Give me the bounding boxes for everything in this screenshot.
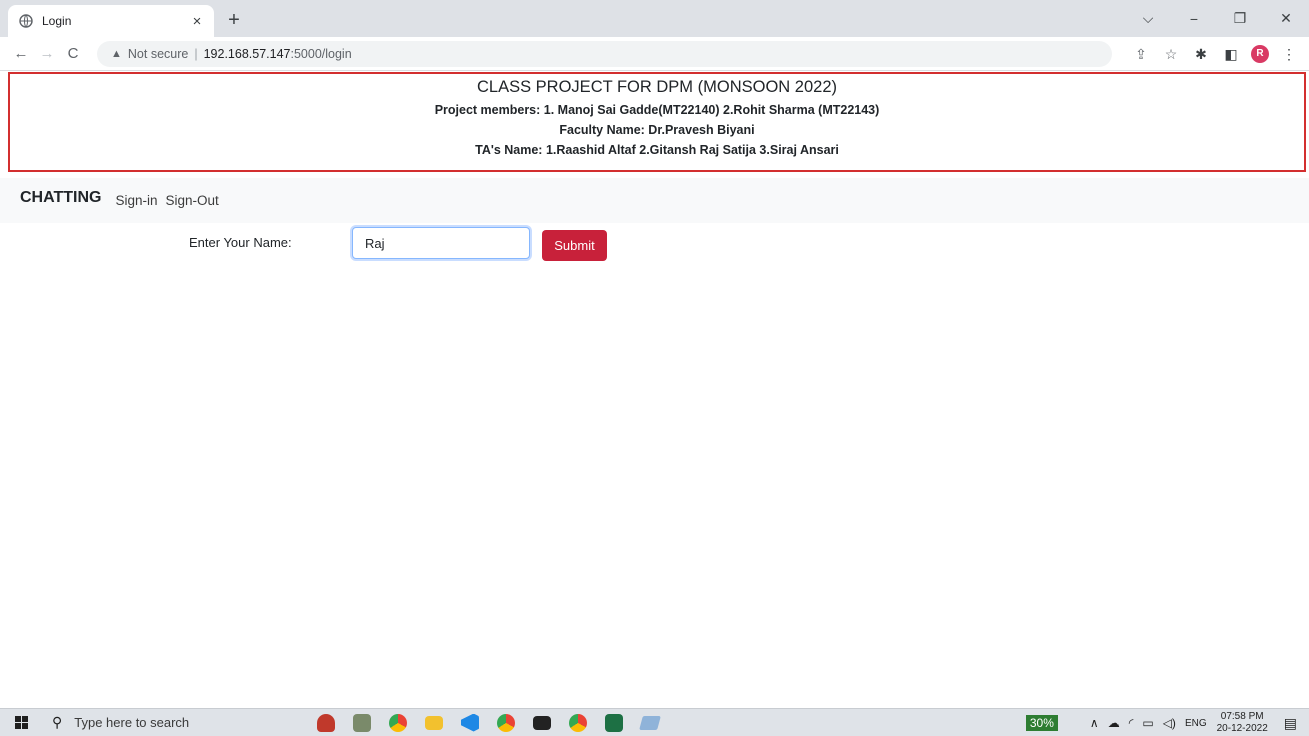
pinned-app-2[interactable] [344, 710, 380, 736]
navbar-brand[interactable]: CHATTING [20, 189, 101, 207]
volume-icon[interactable]: ◁) [1163, 716, 1176, 730]
wifi-icon[interactable]: ◜ [1129, 716, 1134, 730]
security-label[interactable]: Not secure [128, 47, 188, 61]
address-bar[interactable]: ▲ Not secure | 192.168.57.147:5000/login [97, 41, 1112, 67]
chrome-profile-icon[interactable] [488, 710, 524, 736]
url-separator: | [194, 47, 198, 61]
search-placeholder: Type here to search [74, 715, 190, 730]
app-icon[interactable] [632, 710, 668, 736]
name-label: Enter Your Name: [189, 235, 292, 250]
toolbar-actions: ⇪ ☆ ✱ ◧ R ⋮ [1131, 37, 1299, 71]
file-explorer-icon[interactable] [416, 710, 452, 736]
windows-taskbar: ⚲ Type here to search 30% ∧ ☁ ◜ ▭ ◁) ENG… [0, 708, 1309, 736]
system-tray: 30% ∧ ☁ ◜ ▭ ◁) ENG 07:58 PM 20-12-2022 ▤ [1025, 709, 1309, 736]
battery-icon[interactable]: ▭ [1142, 716, 1153, 730]
profile-avatar[interactable]: R [1251, 45, 1269, 63]
extensions-icon[interactable]: ✱ [1191, 46, 1211, 63]
close-window-icon[interactable]: ✕ [1263, 10, 1309, 27]
clock-time: 07:58 PM [1220, 711, 1264, 722]
back-arrow-icon[interactable]: ← [8, 45, 34, 62]
forward-arrow-icon[interactable]: → [34, 45, 60, 62]
reload-icon[interactable]: C [60, 45, 86, 62]
name-input[interactable] [352, 227, 530, 259]
onedrive-icon[interactable]: ☁ [1108, 716, 1120, 730]
browser-toolbar: ← → C ▲ Not secure | 192.168.57.147:5000… [0, 37, 1309, 71]
clock-date: 20-12-2022 [1216, 723, 1268, 734]
pinned-app-1[interactable] [308, 710, 344, 736]
browser-tab[interactable]: Login × [8, 5, 214, 37]
chevron-up-icon[interactable]: ∧ [1090, 716, 1099, 730]
minimize-icon[interactable]: − [1171, 11, 1217, 27]
faculty-name: Faculty Name: Dr.Pravesh Biyani [559, 123, 755, 137]
project-members: Project members: 1. Manoj Sai Gadde(MT22… [434, 103, 880, 117]
tab-search-icon[interactable]: ⌵ [1125, 10, 1171, 27]
clock[interactable]: 07:58 PM 20-12-2022 [1217, 711, 1268, 735]
vscode-icon[interactable] [452, 710, 488, 736]
language-indicator[interactable]: ENG [1185, 718, 1207, 729]
side-panel-icon[interactable]: ◧ [1221, 46, 1241, 63]
tab-title: Login [42, 14, 72, 28]
nav-link-sign-in[interactable]: Sign-in [115, 193, 157, 208]
battery-percentage[interactable]: 30% [1025, 715, 1058, 731]
taskbar-search[interactable]: ⚲ Type here to search [42, 709, 272, 736]
url-host[interactable]: 192.168.57.147 [204, 47, 291, 61]
globe-icon [18, 13, 34, 29]
warning-icon[interactable]: ▲ [111, 48, 122, 60]
windows-icon [14, 716, 28, 729]
taskbar-apps [308, 710, 668, 736]
terminal-icon[interactable] [524, 710, 560, 736]
ta-names: TA's Name: 1.Raashid Altaf 2.Gitansh Raj… [475, 143, 839, 157]
excel-icon[interactable] [596, 710, 632, 736]
new-tab-button[interactable]: + [222, 9, 246, 33]
tab-close-icon[interactable]: × [188, 13, 206, 30]
start-button[interactable] [0, 716, 42, 729]
site-navbar: CHATTING Sign-in Sign-Out [0, 178, 1309, 223]
star-icon[interactable]: ☆ [1161, 46, 1181, 63]
nav-link-sign-out[interactable]: Sign-Out [166, 193, 219, 208]
share-icon[interactable]: ⇪ [1131, 46, 1151, 63]
chrome-icon-2[interactable] [560, 710, 596, 736]
banner-title: CLASS PROJECT FOR DPM (MONSOON 2022) [476, 78, 837, 96]
browser-tab-strip: Login × + ⌵ − ❐ ✕ [0, 0, 1309, 37]
notifications-icon[interactable]: ▤ [1284, 715, 1297, 732]
window-controls: ⌵ − ❐ ✕ [1125, 0, 1309, 37]
restore-icon[interactable]: ❐ [1217, 10, 1263, 27]
url-path[interactable]: :5000/login [290, 47, 351, 61]
chrome-icon[interactable] [380, 710, 416, 736]
menu-icon[interactable]: ⋮ [1279, 46, 1299, 63]
search-icon: ⚲ [52, 714, 63, 730]
project-banner: CLASS PROJECT FOR DPM (MONSOON 2022) Pro… [8, 72, 1306, 172]
submit-button[interactable]: Submit [542, 230, 607, 261]
